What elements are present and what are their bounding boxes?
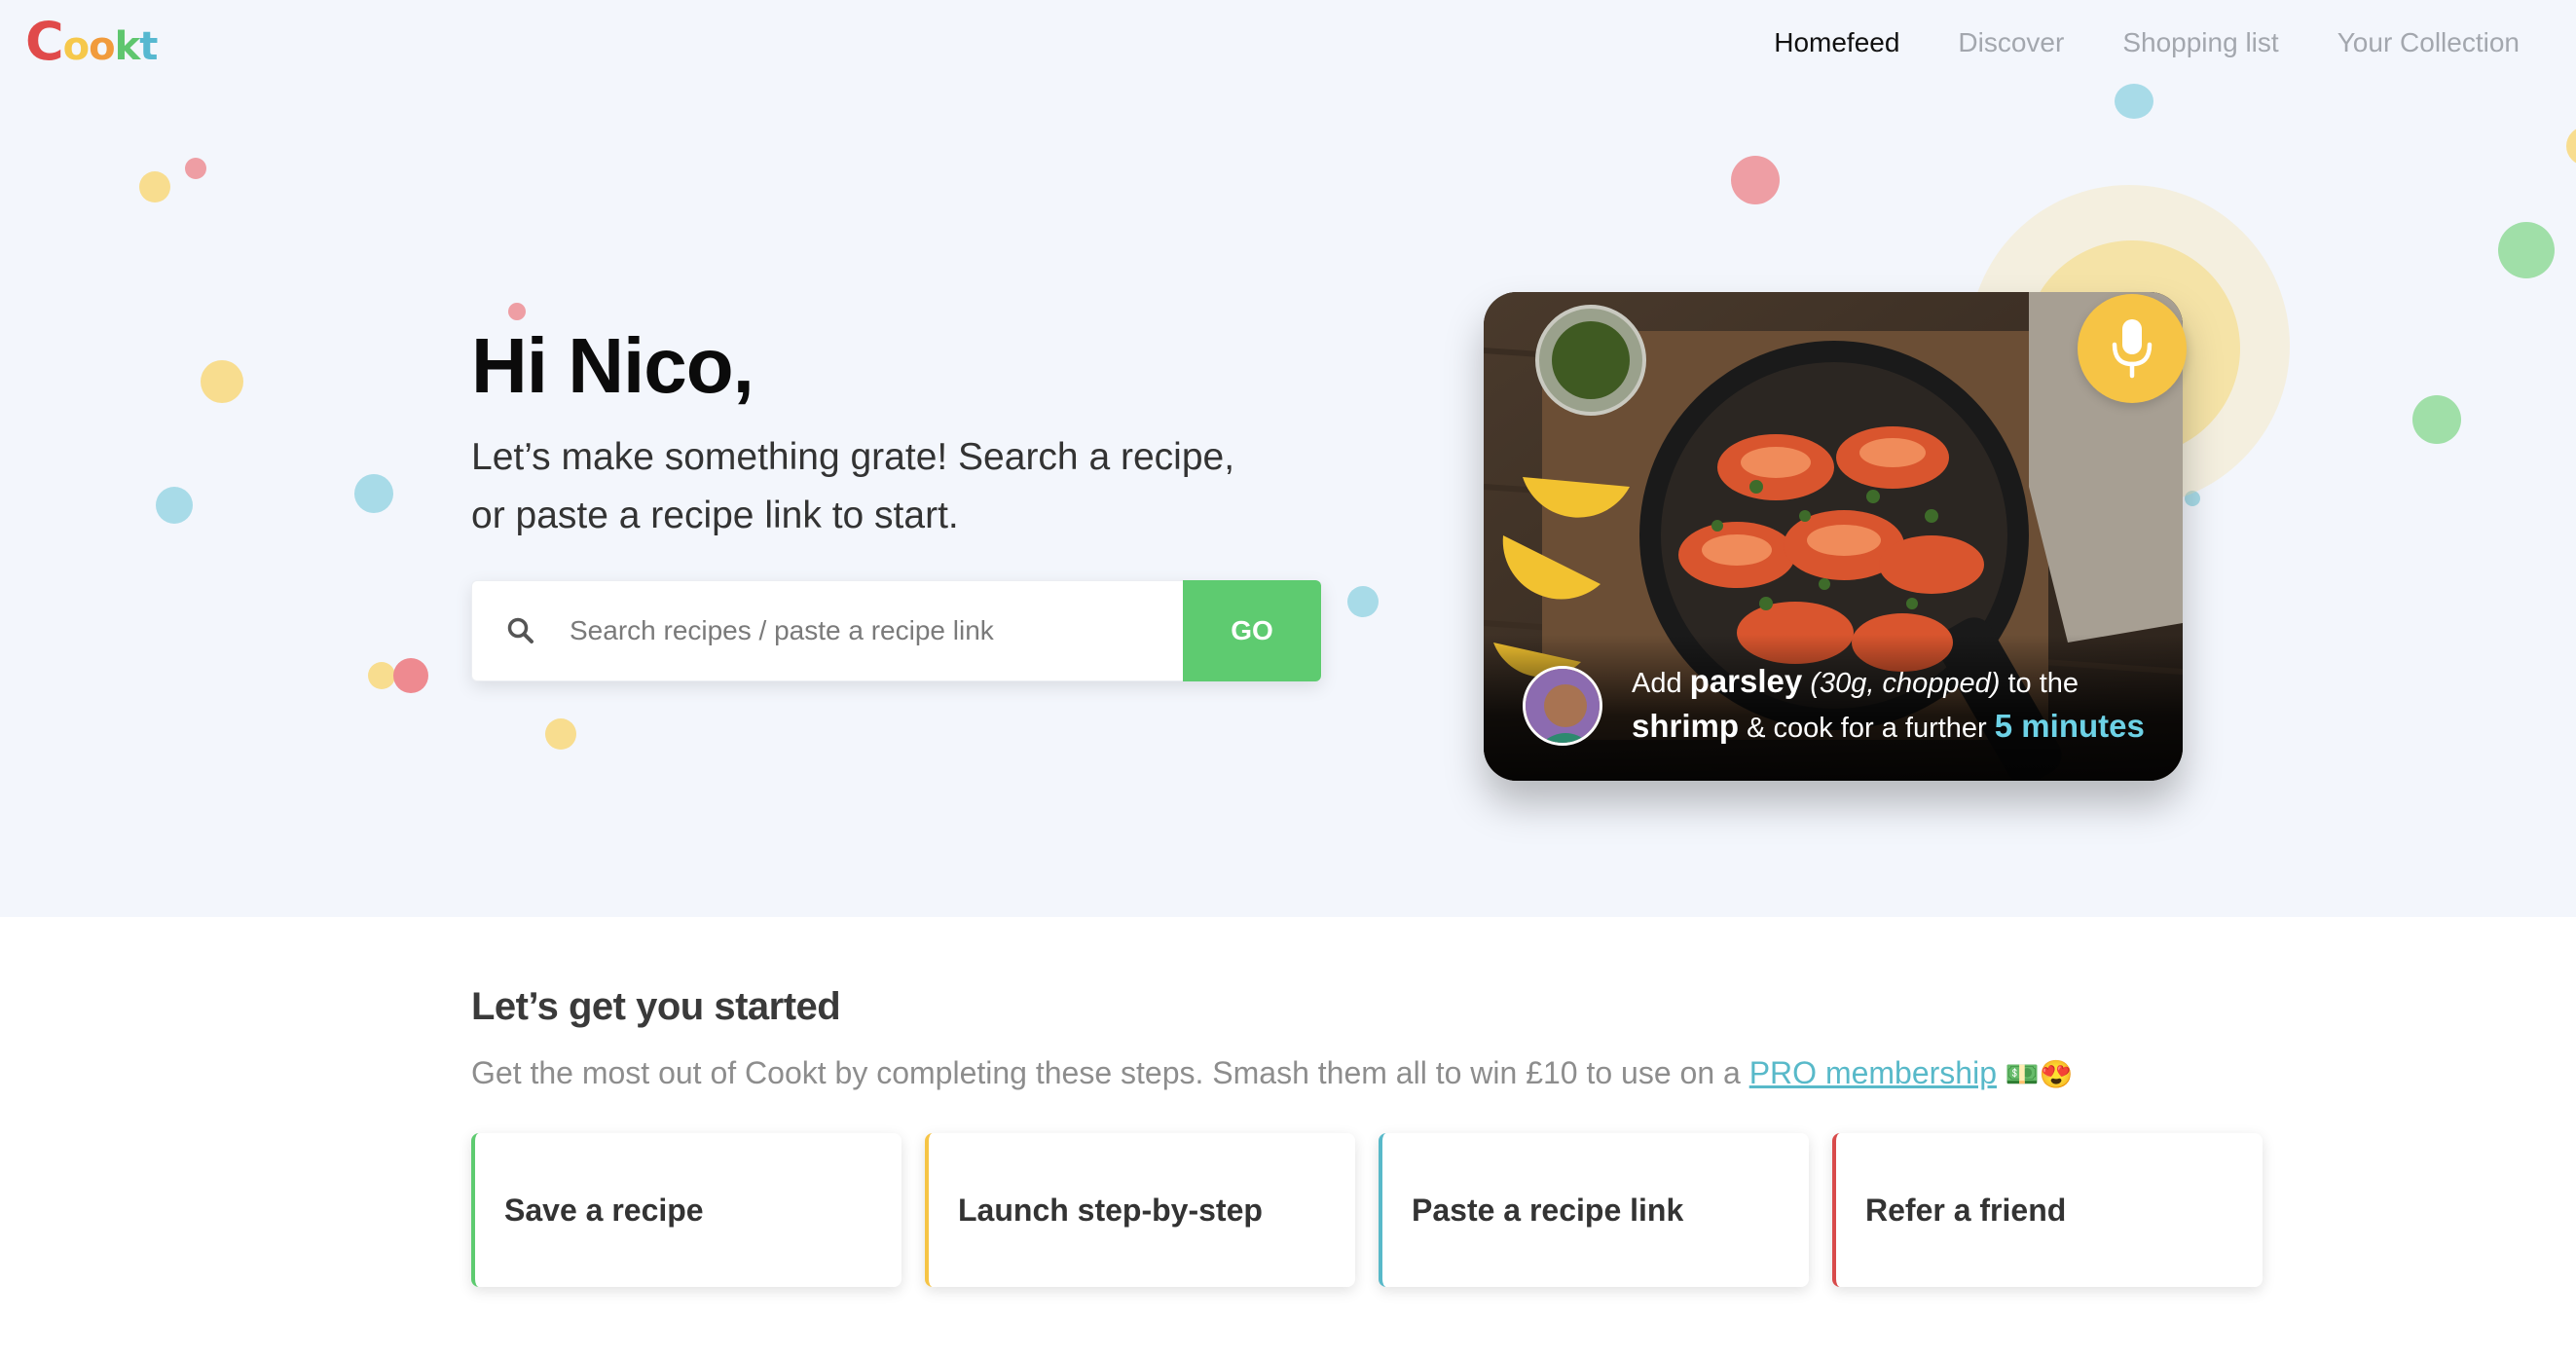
step-card-launch-step-by-step[interactable]: Launch step-by-step <box>925 1133 1355 1287</box>
ingredient-detail: (30g, chopped) <box>1810 668 2001 699</box>
nav-item-discover[interactable]: Discover <box>1958 27 2064 58</box>
step-card-paste-recipe-link[interactable]: Paste a recipe link <box>1379 1133 1809 1287</box>
decor-dot <box>354 474 393 513</box>
nav-item-homefeed[interactable]: Homefeed <box>1774 27 1899 58</box>
recipe-step-card[interactable]: Add parsley (30g, chopped) to the shrimp… <box>1484 292 2183 781</box>
get-started-heading: Let’s get you started <box>471 985 841 1028</box>
nav-item-your-collection[interactable]: Your Collection <box>2337 27 2520 58</box>
step-label: Launch step-by-step <box>958 1192 1263 1228</box>
hero-section: Cookt Homefeed Discover Shopping list Yo… <box>0 0 2576 917</box>
ingredient-name: parsley <box>1689 663 1803 699</box>
nav-item-shopping-list[interactable]: Shopping list <box>2122 27 2278 58</box>
chef-avatar <box>1523 666 1602 746</box>
hero-subtitle: Let’s make something grate! Search a rec… <box>471 436 1235 536</box>
step-card-refer-friend[interactable]: Refer a friend <box>1832 1133 2263 1287</box>
decor-dot <box>2115 84 2153 119</box>
decor-dot <box>2498 222 2555 278</box>
decor-dot <box>1347 586 1379 617</box>
decor-dot <box>545 718 576 750</box>
search-icon <box>472 616 570 645</box>
search-bar: GO <box>471 580 1322 681</box>
onboarding-steps: Save a recipe Launch step-by-step Paste … <box>471 1133 2263 1287</box>
decor-dot <box>508 303 526 320</box>
step-label: Paste a recipe link <box>1412 1192 1684 1228</box>
greeting-heading: Hi Nico, <box>471 322 754 409</box>
microphone-button[interactable] <box>2078 294 2187 403</box>
step-card-save-recipe[interactable]: Save a recipe <box>471 1133 902 1287</box>
decor-dot <box>393 658 428 693</box>
top-nav: Homefeed Discover Shopping list Your Col… <box>1774 27 2520 58</box>
cookt-logo[interactable]: Cookt <box>25 16 158 68</box>
go-button[interactable]: GO <box>1183 580 1321 681</box>
step-instruction: Add parsley (30g, chopped) to the shrimp… <box>1632 663 2145 744</box>
search-input[interactable] <box>570 581 1183 680</box>
step-label: Refer a friend <box>1865 1192 2067 1228</box>
decor-dot <box>185 158 206 179</box>
target-ingredient: shrimp <box>1632 708 1740 744</box>
microphone-icon <box>2112 319 2153 379</box>
decor-dot <box>201 360 243 403</box>
step-label: Save a recipe <box>504 1192 704 1228</box>
step-duration: 5 minutes <box>1994 708 2145 744</box>
decor-dot <box>2566 127 2576 165</box>
decor-dot <box>2412 395 2461 444</box>
decor-dot <box>368 662 395 689</box>
get-started-description: Get the most out of Cookt by completing … <box>471 1055 2074 1090</box>
money-heart-eyes-emoji: 💵😍 <box>2005 1059 2074 1089</box>
decor-dot <box>1731 156 1780 204</box>
decor-dot <box>139 171 170 202</box>
pro-membership-link[interactable]: PRO membership <box>1749 1055 1997 1090</box>
decor-dot <box>156 487 193 524</box>
